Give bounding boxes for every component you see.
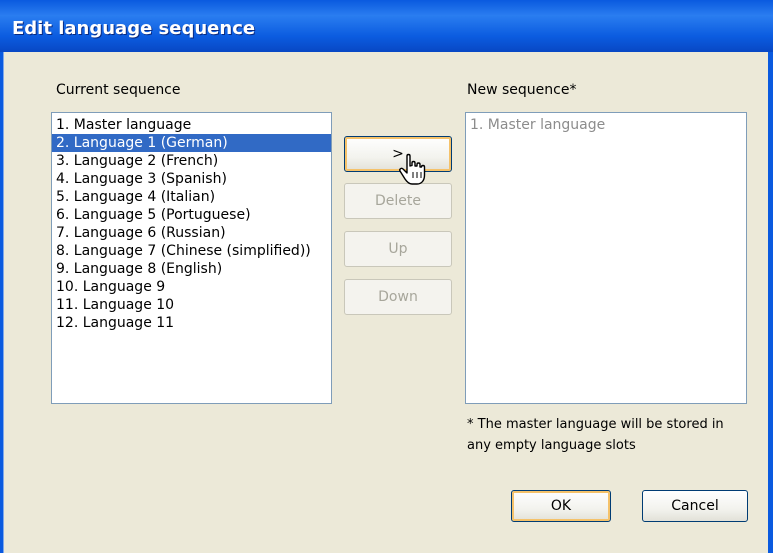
note-line-1: * The master language will be stored in bbox=[467, 417, 724, 432]
note-line-2: any empty language slots bbox=[467, 438, 636, 453]
list-item-selected[interactable]: 2. Language 1 (German) bbox=[52, 134, 331, 152]
list-item[interactable]: 9. Language 8 (English) bbox=[52, 260, 331, 278]
list-item[interactable]: 3. Language 2 (French) bbox=[52, 152, 331, 170]
list-item[interactable]: 6. Language 5 (Portuguese) bbox=[52, 206, 331, 224]
title-bar[interactable]: Edit language sequence bbox=[0, 0, 773, 52]
current-sequence-label: Current sequence bbox=[56, 82, 181, 98]
list-item[interactable]: 12. Language 11 bbox=[52, 314, 331, 332]
new-sequence-label: New sequence* bbox=[467, 82, 577, 98]
master-language-note: * The master language will be stored in … bbox=[467, 414, 724, 456]
ok-button[interactable]: OK bbox=[511, 490, 611, 522]
current-sequence-list[interactable]: 1. Master language 2. Language 1 (German… bbox=[51, 112, 332, 404]
list-item[interactable]: 10. Language 9 bbox=[52, 278, 331, 296]
list-item[interactable]: 8. Language 7 (Chinese (simplified)) bbox=[52, 242, 331, 260]
list-item[interactable]: 1. Master language bbox=[52, 116, 331, 134]
up-button[interactable]: Up bbox=[344, 231, 452, 267]
window-title: Edit language sequence bbox=[12, 18, 256, 39]
window-border-right bbox=[768, 52, 773, 553]
list-item[interactable]: 1. Master language bbox=[466, 116, 746, 134]
list-item[interactable]: 11. Language 10 bbox=[52, 296, 331, 314]
list-item[interactable]: 7. Language 6 (Russian) bbox=[52, 224, 331, 242]
delete-button[interactable]: Delete bbox=[344, 183, 452, 219]
cancel-button[interactable]: Cancel bbox=[642, 490, 748, 522]
mouse-pointer-icon bbox=[399, 153, 426, 185]
new-sequence-list[interactable]: 1. Master language bbox=[465, 112, 747, 404]
list-item[interactable]: 4. Language 3 (Spanish) bbox=[52, 170, 331, 188]
list-item[interactable]: 5. Language 4 (Italian) bbox=[52, 188, 331, 206]
window-border-left-highlight bbox=[3, 52, 4, 553]
down-button[interactable]: Down bbox=[344, 279, 452, 315]
